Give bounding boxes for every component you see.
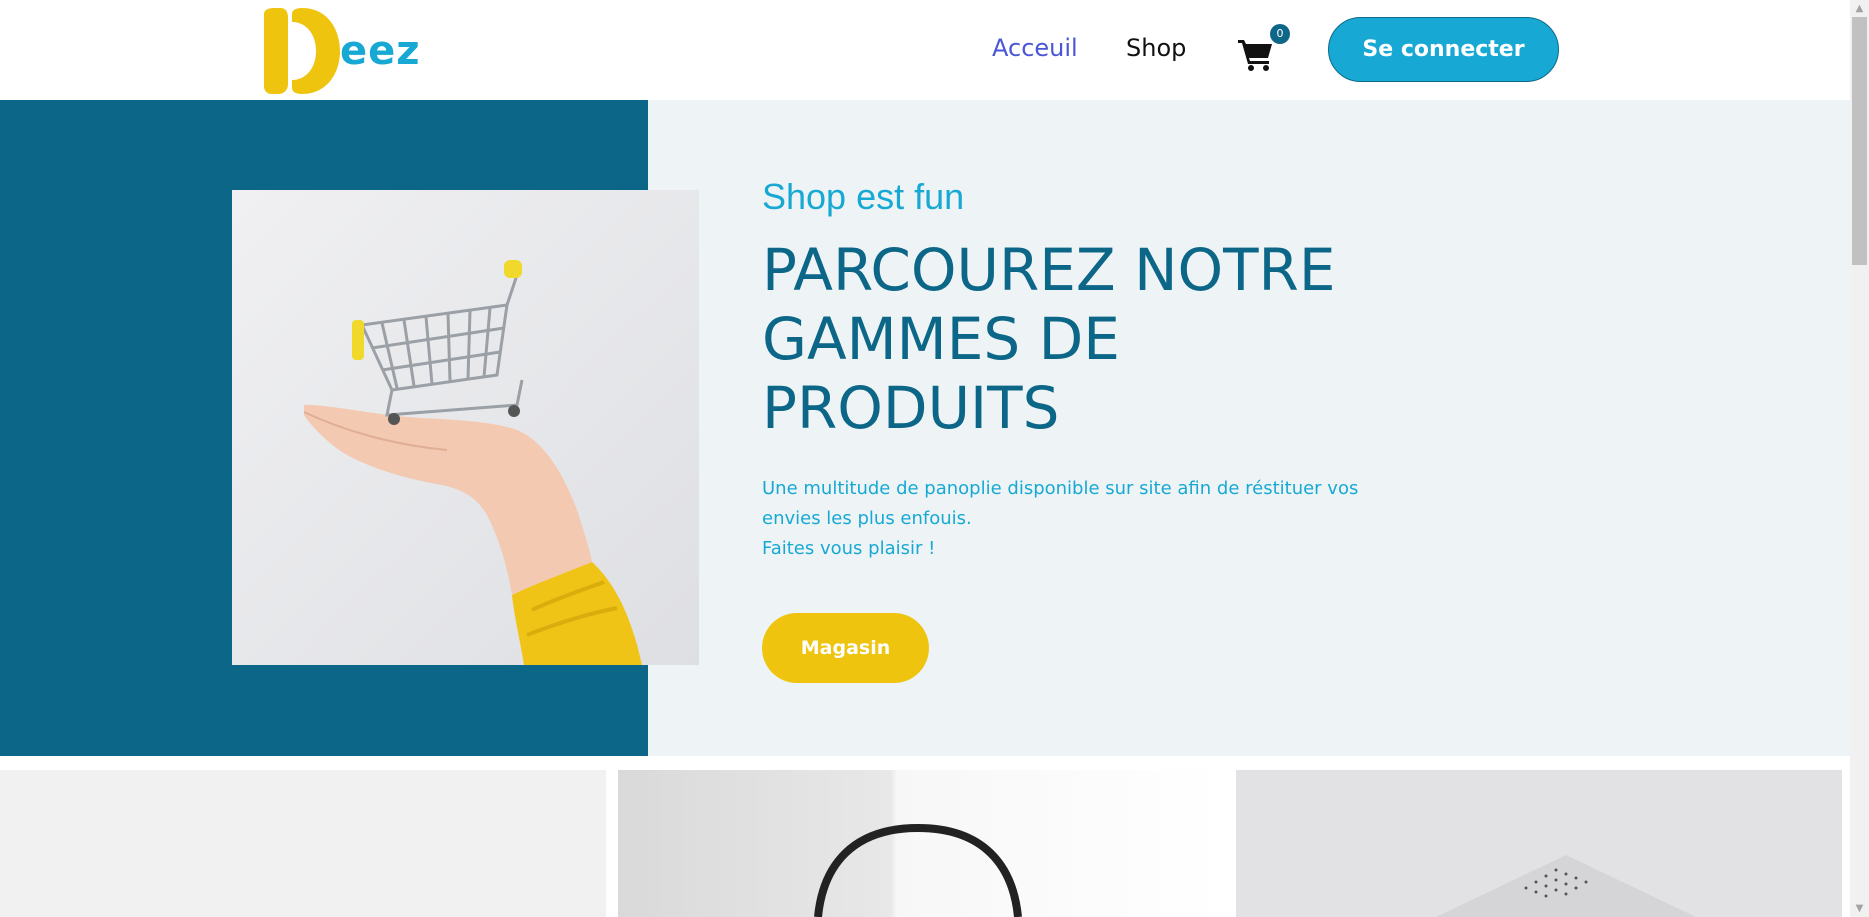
logo[interactable]: eez bbox=[262, 8, 422, 94]
shop-button[interactable]: Magasin bbox=[762, 613, 929, 683]
scrollbar-thumb[interactable] bbox=[1852, 17, 1867, 265]
hero-subtitle: Shop est fun bbox=[762, 176, 965, 217]
cart-icon bbox=[1238, 40, 1272, 71]
cart-count-badge: 0 bbox=[1270, 24, 1290, 44]
logo-text: eez bbox=[340, 28, 421, 74]
hero-title: PARCOUREZ NOTRE GAMMES DE PRODUITS bbox=[762, 236, 1382, 443]
headphone-image bbox=[814, 823, 1022, 917]
cart-button[interactable]: 0 bbox=[1236, 24, 1292, 78]
product-tile[interactable] bbox=[1236, 770, 1842, 917]
nav-link-shop[interactable]: Shop bbox=[1126, 34, 1186, 62]
hero-description-line: envies les plus enfouis. bbox=[762, 508, 972, 529]
site-header: eez Acceuil Shop 0 Se connecter bbox=[0, 0, 1850, 100]
hero-title-line: PARCOUREZ NOTRE bbox=[762, 236, 1336, 304]
logo-d-icon bbox=[264, 8, 340, 94]
shopping-cart-image bbox=[303, 260, 642, 665]
vertical-scrollbar[interactable]: ▲ ▼ bbox=[1850, 0, 1869, 917]
hero-title-line: GAMMES DE bbox=[762, 305, 1120, 373]
hero-description: Une multitude de panoplie disponible sur… bbox=[762, 474, 1382, 564]
login-button[interactable]: Se connecter bbox=[1328, 17, 1559, 82]
chevron-up-icon[interactable]: ▲ bbox=[1850, 0, 1869, 17]
hero-description-line: Une multitude de panoplie disponible sur… bbox=[762, 478, 1359, 499]
product-tile[interactable] bbox=[618, 770, 1224, 917]
page: eez Acceuil Shop 0 Se connecter Shop est… bbox=[0, 0, 1869, 917]
hero-title-line: PRODUITS bbox=[762, 374, 1060, 442]
product-tile[interactable] bbox=[0, 770, 606, 917]
product-image bbox=[1436, 855, 1696, 917]
hero-description-line: Faites vous plaisir ! bbox=[762, 538, 936, 559]
nav-link-accueil[interactable]: Acceuil bbox=[992, 34, 1078, 62]
chevron-down-icon[interactable]: ▼ bbox=[1850, 900, 1869, 917]
hero-image bbox=[232, 190, 699, 665]
